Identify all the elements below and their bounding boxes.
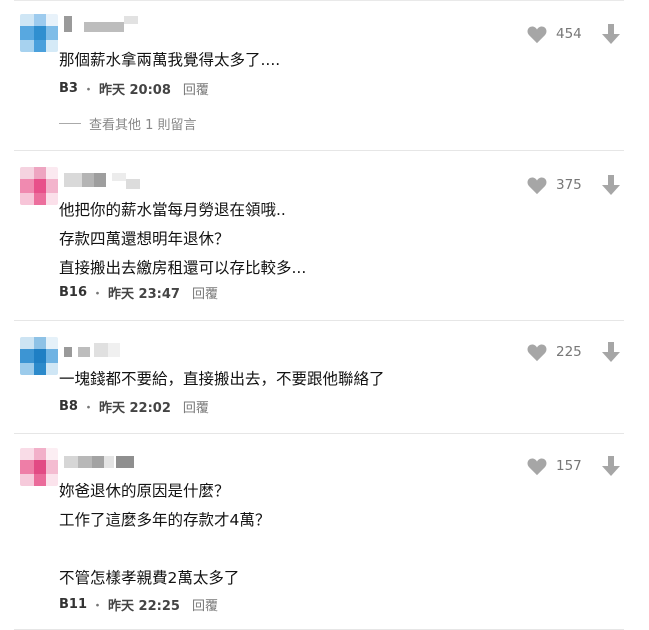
down-arrow-icon (602, 24, 620, 44)
heart-icon (527, 177, 547, 195)
comment-text: 那個薪水拿兩萬我覺得太多了.... (59, 51, 281, 69)
reply-button[interactable]: 回覆 (183, 79, 209, 98)
comment-item: 妳爸退休的原因是什麼？ 工作了這麼多年的存款才4萬？ 不管怎樣孝親費2萬太多了 … (14, 434, 624, 630)
reply-button[interactable]: 回覆 (192, 283, 218, 302)
heart-icon (527, 458, 547, 476)
comment-text: 他把你的薪水當每月勞退在領哦.. 存款四萬還想明年退休？ 直接搬出去繳房租還可以… (59, 201, 307, 277)
dislike-button[interactable] (602, 24, 620, 48)
dislike-button[interactable] (602, 175, 620, 199)
heart-icon (527, 26, 547, 44)
like-button[interactable]: 454 (526, 24, 582, 44)
heart-icon (527, 344, 547, 362)
avatar[interactable] (20, 448, 58, 486)
down-arrow-icon (602, 342, 620, 362)
comment-item: 那個薪水拿兩萬我覺得太多了.... B3 ・ 昨天 20:08 回覆 查看其他 … (14, 0, 624, 151)
like-count: 375 (556, 177, 582, 193)
floor-label: B3 (59, 81, 78, 96)
username-blurred[interactable] (64, 171, 150, 191)
like-count: 454 (556, 26, 582, 42)
like-button[interactable]: 375 (526, 175, 582, 195)
timestamp: 昨天 23:47 (108, 287, 180, 302)
comment-text: 一塊錢都不要給，直接搬出去，不要跟他聯絡了 (59, 370, 385, 388)
username-blurred[interactable] (64, 341, 150, 361)
separator-dot: ・ (91, 599, 105, 614)
separator-dot: ・ (81, 83, 95, 98)
floor-label: B11 (59, 597, 87, 612)
like-count: 225 (556, 344, 582, 360)
username-blurred[interactable] (64, 452, 150, 472)
reply-button[interactable]: 回覆 (192, 595, 218, 614)
separator-dot: ・ (81, 401, 95, 416)
comment-item: 一塊錢都不要給，直接搬出去，不要跟他聯絡了 B8 ・ 昨天 22:02 回覆 2… (14, 321, 624, 434)
dash-divider (59, 123, 81, 124)
reply-button[interactable]: 回覆 (183, 397, 209, 416)
username-blurred[interactable] (64, 16, 150, 36)
down-arrow-icon (602, 456, 620, 476)
view-more-replies-link[interactable]: 查看其他 1 則留言 (59, 114, 197, 133)
timestamp: 昨天 20:08 (98, 83, 171, 98)
timestamp: 昨天 22:02 (98, 401, 171, 416)
timestamp: 昨天 22:25 (108, 599, 180, 614)
separator-dot: ・ (91, 287, 105, 302)
comment-meta: B16 ・ 昨天 23:47 回覆 (59, 283, 218, 302)
view-more-replies-label: 查看其他 1 則留言 (89, 118, 197, 133)
floor-label: B16 (59, 285, 87, 300)
down-arrow-icon (602, 175, 620, 195)
comment-item: 他把你的薪水當每月勞退在領哦.. 存款四萬還想明年退休？ 直接搬出去繳房租還可以… (14, 151, 624, 321)
dislike-button[interactable] (602, 456, 620, 480)
dislike-button[interactable] (602, 342, 620, 366)
avatar[interactable] (20, 337, 58, 375)
like-button[interactable]: 157 (526, 456, 582, 476)
like-count: 157 (556, 458, 582, 474)
like-button[interactable]: 225 (526, 342, 582, 362)
avatar[interactable] (20, 14, 58, 52)
comment-meta: B11 ・ 昨天 22:25 回覆 (59, 595, 218, 614)
comment-text: 妳爸退休的原因是什麼？ 工作了這麼多年的存款才4萬？ 不管怎樣孝親費2萬太多了 (59, 482, 271, 587)
comment-meta: B3 ・ 昨天 20:08 回覆 (59, 79, 209, 98)
avatar[interactable] (20, 167, 58, 205)
floor-label: B8 (59, 399, 78, 414)
comment-meta: B8 ・ 昨天 22:02 回覆 (59, 397, 209, 416)
